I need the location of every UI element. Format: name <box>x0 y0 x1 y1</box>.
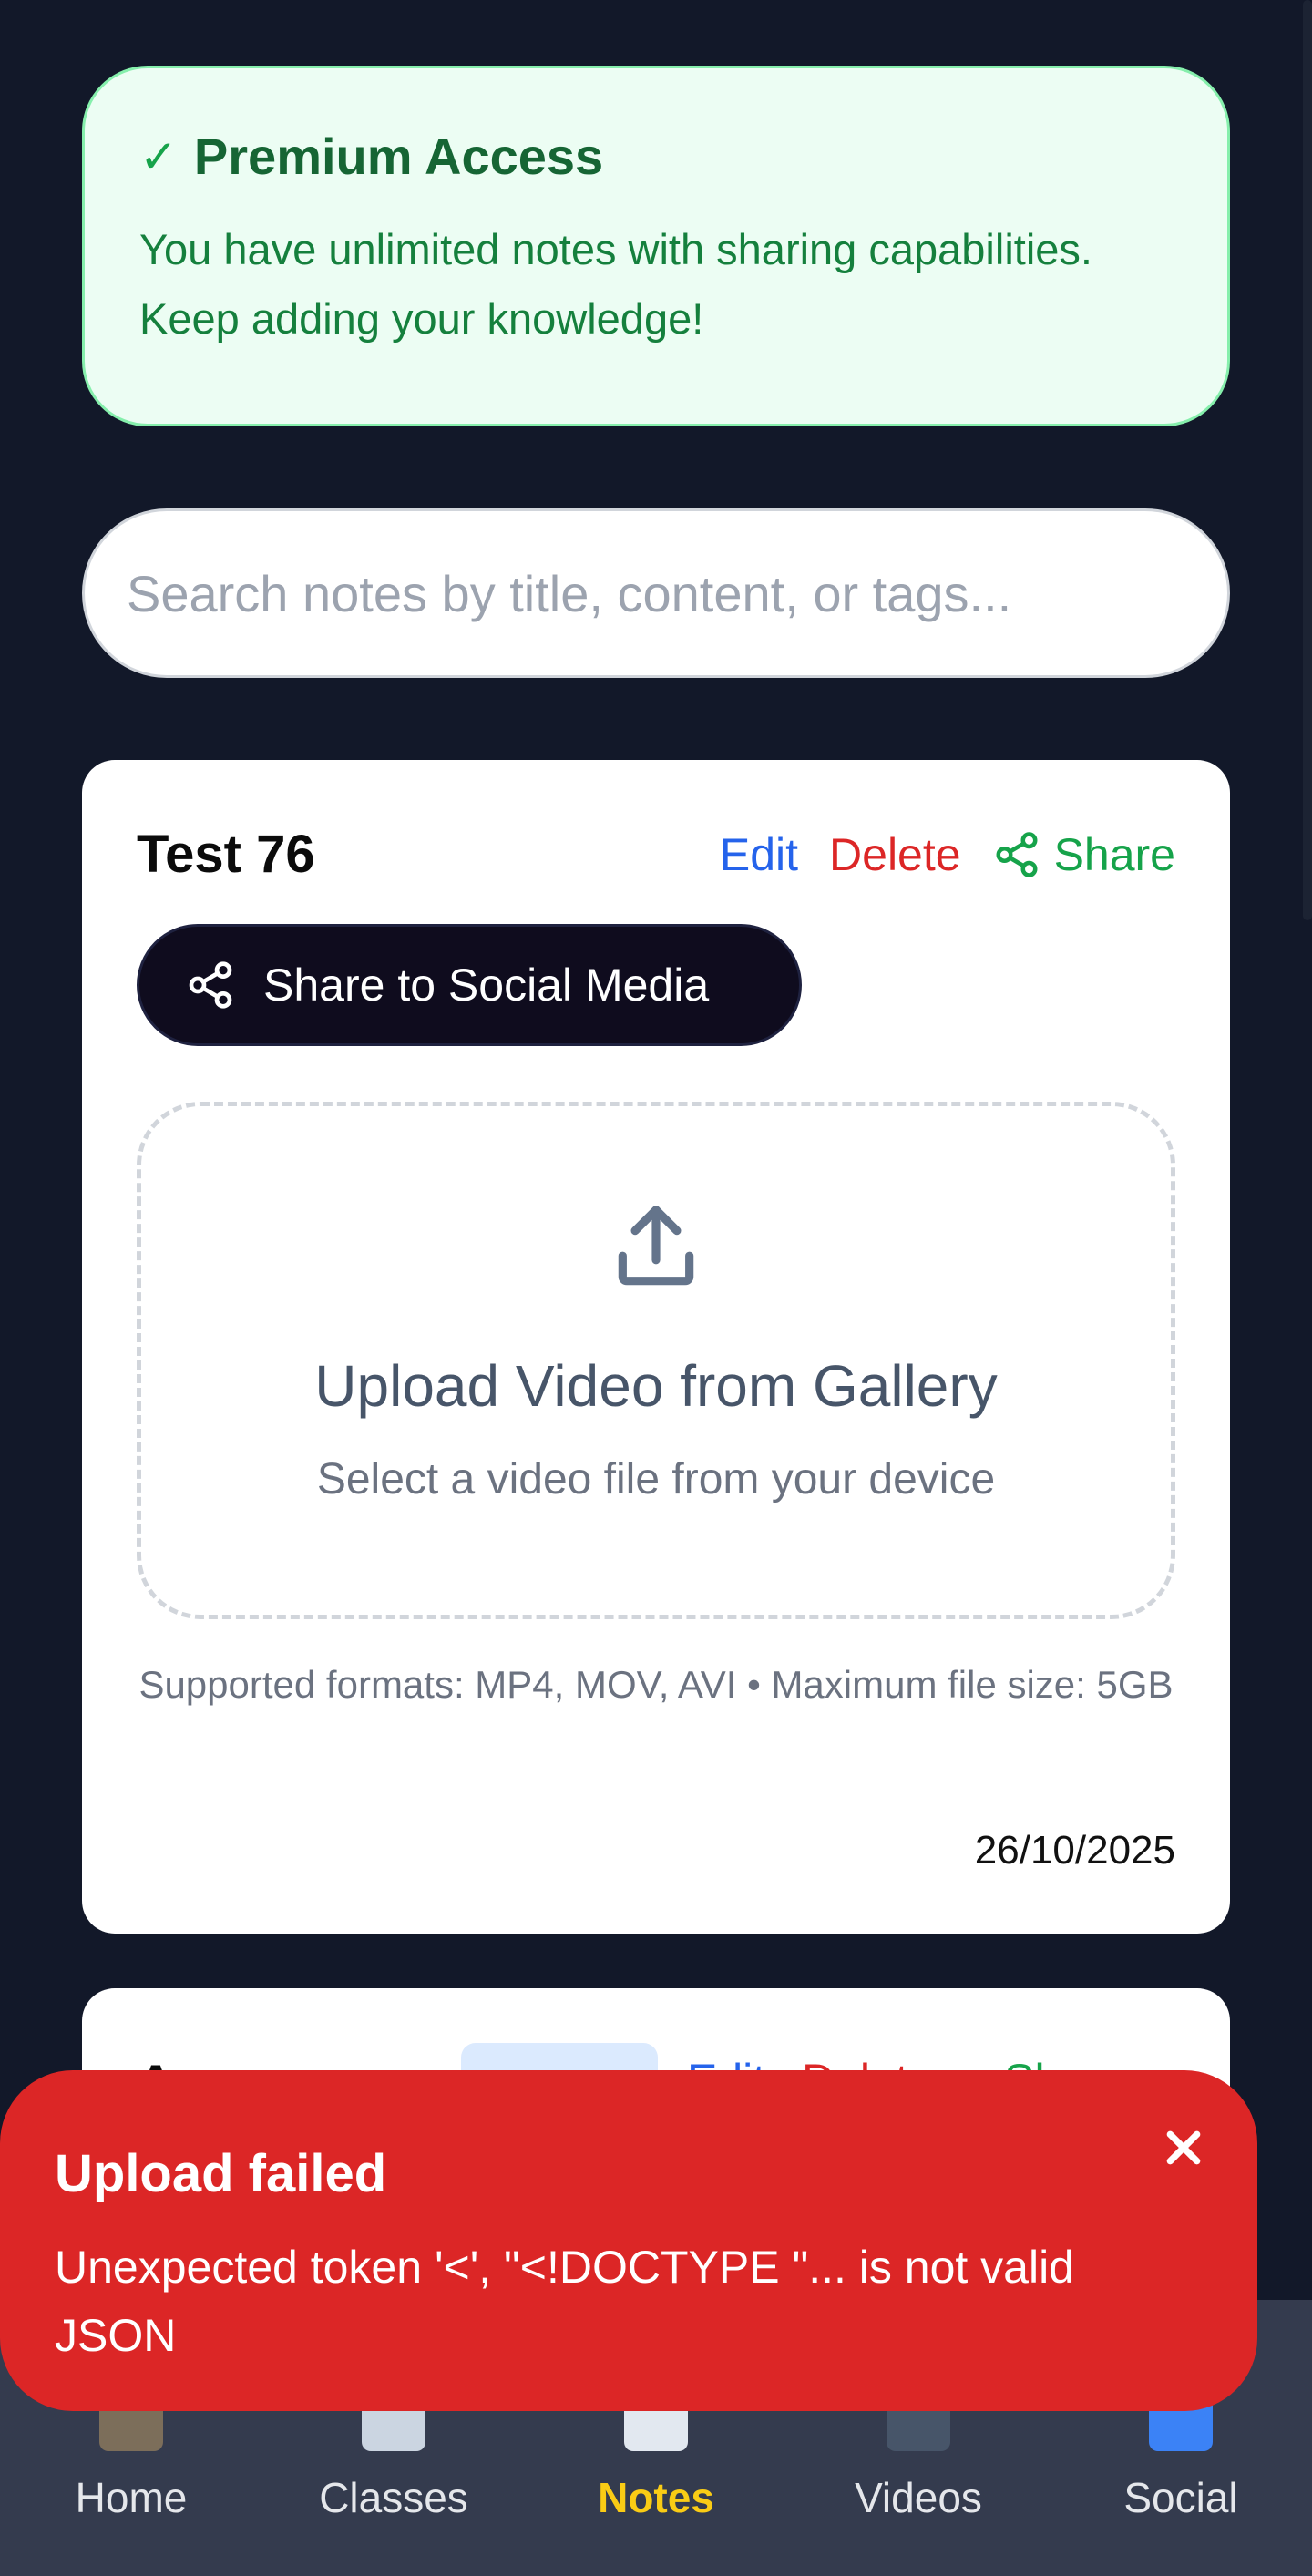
premium-title-row: ✓ Premium Access <box>139 127 1173 186</box>
share-to-social-button[interactable]: Share to Social Media <box>137 924 802 1046</box>
share-to-social-label: Share to Social Media <box>263 960 710 1011</box>
close-icon <box>1166 2130 1201 2165</box>
note-actions: Edit Delete Share <box>720 828 1175 881</box>
search-input[interactable] <box>127 563 1185 623</box>
share-icon <box>996 831 1038 877</box>
error-toast: Upload failed Unexpected token '<', "<!D… <box>0 2070 1257 2411</box>
search-bar[interactable] <box>82 508 1230 678</box>
share-button[interactable]: Share <box>992 828 1175 881</box>
note-card-header: Test 76 Edit Delete Share <box>137 824 1175 885</box>
check-icon: ✓ <box>139 130 178 182</box>
scrollbar[interactable] <box>1303 0 1312 920</box>
close-button[interactable] <box>1152 2116 1215 2180</box>
nav-label: Notes <box>598 2474 714 2521</box>
premium-description: You have unlimited notes with sharing ca… <box>139 225 1092 343</box>
toast-message: Unexpected token '<', "<!DOCTYPE "... is… <box>55 2242 1074 2361</box>
nav-label: Home <box>75 2474 188 2521</box>
nav-label: Classes <box>319 2474 468 2521</box>
note-card: Test 76 Edit Delete Share Share to Socia… <box>82 760 1230 1934</box>
share-icon <box>189 961 232 1009</box>
note-title: Test 76 <box>137 825 315 884</box>
toast-title: Upload failed <box>55 2144 387 2203</box>
nav-label: Videos <box>855 2474 982 2521</box>
premium-title: Premium Access <box>193 128 604 185</box>
edit-button[interactable]: Edit <box>720 828 798 881</box>
upload-title: Upload Video from Gallery <box>314 1353 998 1419</box>
video-upload-dropzone[interactable]: Upload Video from Gallery Select a video… <box>137 1102 1175 1619</box>
upload-subtitle: Select a video file from your device <box>316 1455 996 1504</box>
supported-formats-text: Supported formats: MP4, MOV, AVI • Maxim… <box>138 1663 1174 1706</box>
upload-icon <box>618 1206 694 1286</box>
nav-label: Social <box>1123 2474 1238 2521</box>
premium-banner: ✓ Premium Access You have unlimited note… <box>82 66 1230 426</box>
share-label: Share <box>1053 828 1175 880</box>
note-date: 26/10/2025 <box>974 1828 1175 1873</box>
delete-button[interactable]: Delete <box>829 828 961 881</box>
